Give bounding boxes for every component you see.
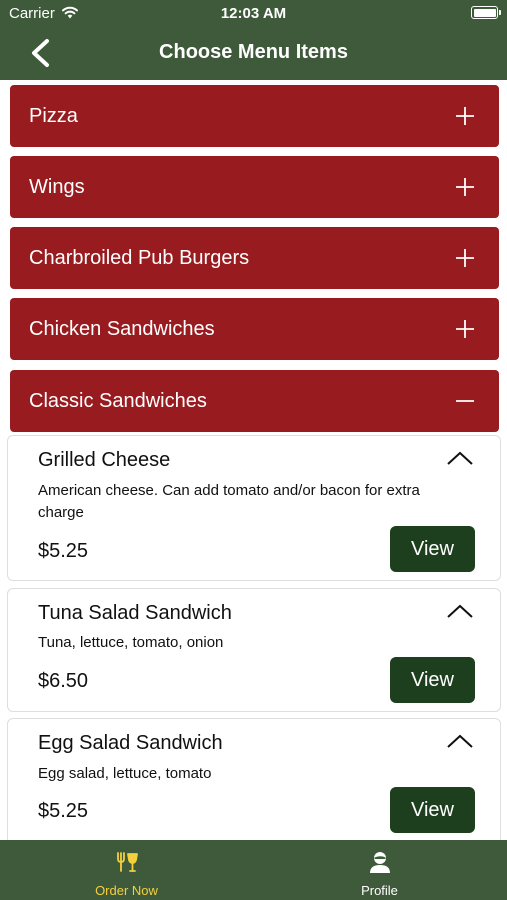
menu-item-grilled-cheese: Grilled Cheese American cheese. Can add … bbox=[7, 435, 501, 581]
category-chicken-sandwiches[interactable]: Chicken Sandwiches bbox=[10, 298, 499, 360]
plus-icon[interactable] bbox=[455, 248, 475, 268]
item-price: $6.50 bbox=[38, 670, 89, 692]
item-name: Grilled Cheese bbox=[38, 449, 171, 471]
category-charbroiled-pub-burgers[interactable]: Charbroiled Pub Burgers bbox=[10, 227, 499, 289]
item-description: Egg salad, lettuce, tomato bbox=[38, 765, 212, 782]
top-bar: Carrier 12:03 AM Choose Menu Items bbox=[0, 0, 507, 80]
item-price: $5.25 bbox=[38, 800, 89, 822]
minus-icon[interactable] bbox=[455, 391, 475, 411]
category-label: Classic Sandwiches bbox=[29, 390, 207, 412]
category-label: Pizza bbox=[29, 105, 78, 127]
tab-label: Order Now bbox=[95, 883, 158, 898]
category-wings[interactable]: Wings bbox=[10, 156, 499, 218]
item-description: American cheese. Can add tomato and/or b… bbox=[38, 482, 420, 521]
plus-icon[interactable] bbox=[455, 177, 475, 197]
menu-list[interactable]: Pizza Wings Charbroiled Pub Burgers Chic… bbox=[0, 80, 507, 840]
item-price: $5.25 bbox=[38, 540, 89, 562]
tab-bar: Order Now Profile bbox=[0, 840, 507, 900]
utensils-icon bbox=[116, 852, 138, 872]
category-label: Wings bbox=[29, 176, 85, 198]
menu-item-egg-salad-sandwich: Egg Salad Sandwich Egg salad, lettuce, t… bbox=[7, 718, 501, 840]
chevron-up-icon[interactable] bbox=[446, 603, 474, 619]
plus-icon[interactable] bbox=[455, 106, 475, 126]
battery-icon bbox=[471, 6, 501, 19]
tab-label: Profile bbox=[361, 883, 398, 898]
category-label: Chicken Sandwiches bbox=[29, 318, 215, 340]
category-label: Charbroiled Pub Burgers bbox=[29, 247, 250, 269]
view-button[interactable]: View bbox=[390, 787, 475, 833]
tab-order-now[interactable]: Order Now bbox=[0, 840, 253, 900]
chevron-up-icon[interactable] bbox=[446, 733, 474, 749]
menu-item-tuna-salad-sandwich: Tuna Salad Sandwich Tuna, lettuce, tomat… bbox=[7, 588, 501, 712]
tab-profile[interactable]: Profile bbox=[253, 840, 506, 900]
category-classic-sandwiches[interactable]: Classic Sandwiches bbox=[10, 370, 499, 432]
plus-icon[interactable] bbox=[455, 319, 475, 339]
person-icon bbox=[369, 852, 390, 873]
status-bar: Carrier 12:03 AM bbox=[0, 0, 507, 28]
view-button[interactable]: View bbox=[390, 657, 475, 703]
status-time: 12:03 AM bbox=[220, 5, 287, 22]
category-pizza[interactable]: Pizza bbox=[10, 85, 499, 147]
chevron-up-icon[interactable] bbox=[446, 450, 474, 466]
view-button[interactable]: View bbox=[390, 526, 475, 572]
item-name: Tuna Salad Sandwich bbox=[38, 602, 232, 624]
page-title: Choose Menu Items bbox=[159, 41, 348, 63]
item-name: Egg Salad Sandwich bbox=[38, 732, 223, 754]
item-description: Tuna, lettuce, tomato, onion bbox=[38, 634, 224, 651]
